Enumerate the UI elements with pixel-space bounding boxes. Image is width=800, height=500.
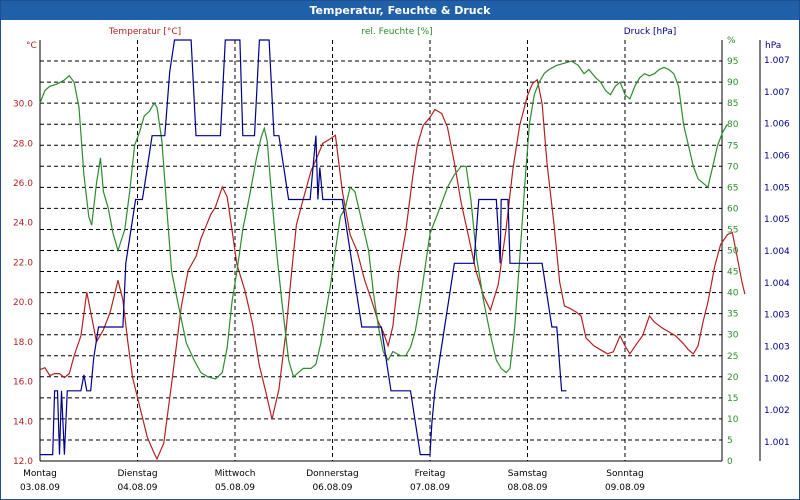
pressure-tick-label: 1.004 (764, 247, 790, 257)
temperature-tick-label: 28.0 (13, 139, 33, 149)
humidity-tick-label: 90 (727, 78, 739, 88)
pressure-tick-label: 1.001 (764, 438, 790, 448)
humidity-tick-label: 5 (727, 436, 733, 446)
humidity-axis-title: rel. Feuchte [%] (361, 27, 432, 37)
temperature-axis-title: Temperatur [°C] (108, 27, 181, 37)
humidity-tick-label: 15 (727, 394, 738, 404)
x-tick-date-label: 05.08.09 (215, 483, 255, 493)
x-tick-date-label: 06.08.09 (312, 483, 352, 493)
temperature-tick-label: 22.0 (13, 258, 33, 268)
humidity-tick-label: 75 (727, 141, 738, 151)
humidity-tick-label: 60 (727, 204, 739, 214)
humidity-tick-label: 70 (727, 162, 739, 172)
temperature-tick-label: 26.0 (13, 179, 33, 189)
humidity-tick-label: 65 (727, 183, 738, 193)
pressure-tick-label: 1.005 (764, 215, 790, 225)
x-tick-day-label: Freitag (415, 469, 446, 479)
humidity-tick-label: 95 (727, 57, 738, 67)
chart-grid (39, 40, 722, 461)
x-tick-date-label: 08.08.09 (507, 483, 547, 493)
x-tick-day-label: Donnerstag (306, 469, 359, 479)
pressure-tick-label: 1.004 (764, 279, 790, 289)
x-tick-day-label: Samstag (508, 469, 547, 479)
pressure-tick-label: 1.003 (764, 343, 790, 353)
temperature-tick-label: 16.0 (13, 378, 33, 388)
pressure-tick-label: 1.007 (764, 88, 790, 98)
temperature-tick-label: 12.0 (13, 457, 33, 467)
humidity-tick-label: 40 (727, 289, 739, 299)
pressure-tick-label: 1.002 (764, 406, 790, 416)
pressure-tick-label: 1.003 (764, 311, 790, 321)
x-tick-day-label: Montag (23, 469, 57, 479)
temperature-tick-label: 24.0 (13, 219, 33, 229)
x-tick-date-label: 09.08.09 (605, 483, 645, 493)
humidity-tick-label: 35 (727, 310, 738, 320)
pressure-tick-label: 1.006 (764, 152, 790, 162)
x-tick-date-label: 04.08.09 (117, 483, 157, 493)
humidity-tick-label: 55 (727, 225, 738, 235)
x-tick-day-label: Sonntag (606, 469, 643, 479)
pressure-tick-label: 1.007 (764, 56, 790, 66)
pressure-tick-label: 1.002 (764, 374, 790, 384)
temperature-tick-label: 20.0 (13, 298, 33, 308)
humidity-tick-label: 0 (727, 457, 733, 467)
humidity-tick-label: 30 (727, 331, 739, 341)
humidity-tick-label: 45 (727, 268, 738, 278)
humidity-tick-label: 10 (727, 415, 739, 425)
x-tick-date-label: 03.08.09 (20, 483, 60, 493)
pressure-axis-title: Druck [hPa] (624, 27, 677, 37)
weather-chart: 12.0 14.0 16.0 18.0 20.0 22.0 24.0 26.0 28.0 30.0… (13, 27, 790, 493)
humidity-tick-label: % (727, 36, 736, 46)
temperature-tick-label: 14.0 (13, 417, 33, 427)
humidity-tick-label: 25 (727, 352, 738, 362)
pressure-tick-label: 1.006 (764, 120, 790, 130)
humidity-tick-label: 50 (727, 247, 739, 257)
series-line-humidity (39, 60, 728, 380)
x-tick-date-label: 07.08.09 (410, 483, 450, 493)
humidity-tick-label: 80 (727, 120, 739, 130)
humidity-tick-label: 20 (727, 373, 739, 383)
temperature-tick-label: 30.0 (13, 100, 33, 110)
pressure-tick-label: 1.005 (764, 183, 790, 193)
humidity-tick-label: 85 (727, 99, 738, 109)
x-tick-day-label: Dienstag (117, 469, 157, 479)
temperature-unit-label: °C (26, 41, 37, 51)
temperature-tick-label: 18.0 (13, 338, 33, 348)
pressure-unit-label: hPa (765, 41, 781, 51)
window-title: Temperatur, Feuchte & Druck (1, 1, 799, 20)
x-tick-day-label: Mittwoch (215, 469, 256, 479)
series-line-temperature (39, 78, 746, 461)
